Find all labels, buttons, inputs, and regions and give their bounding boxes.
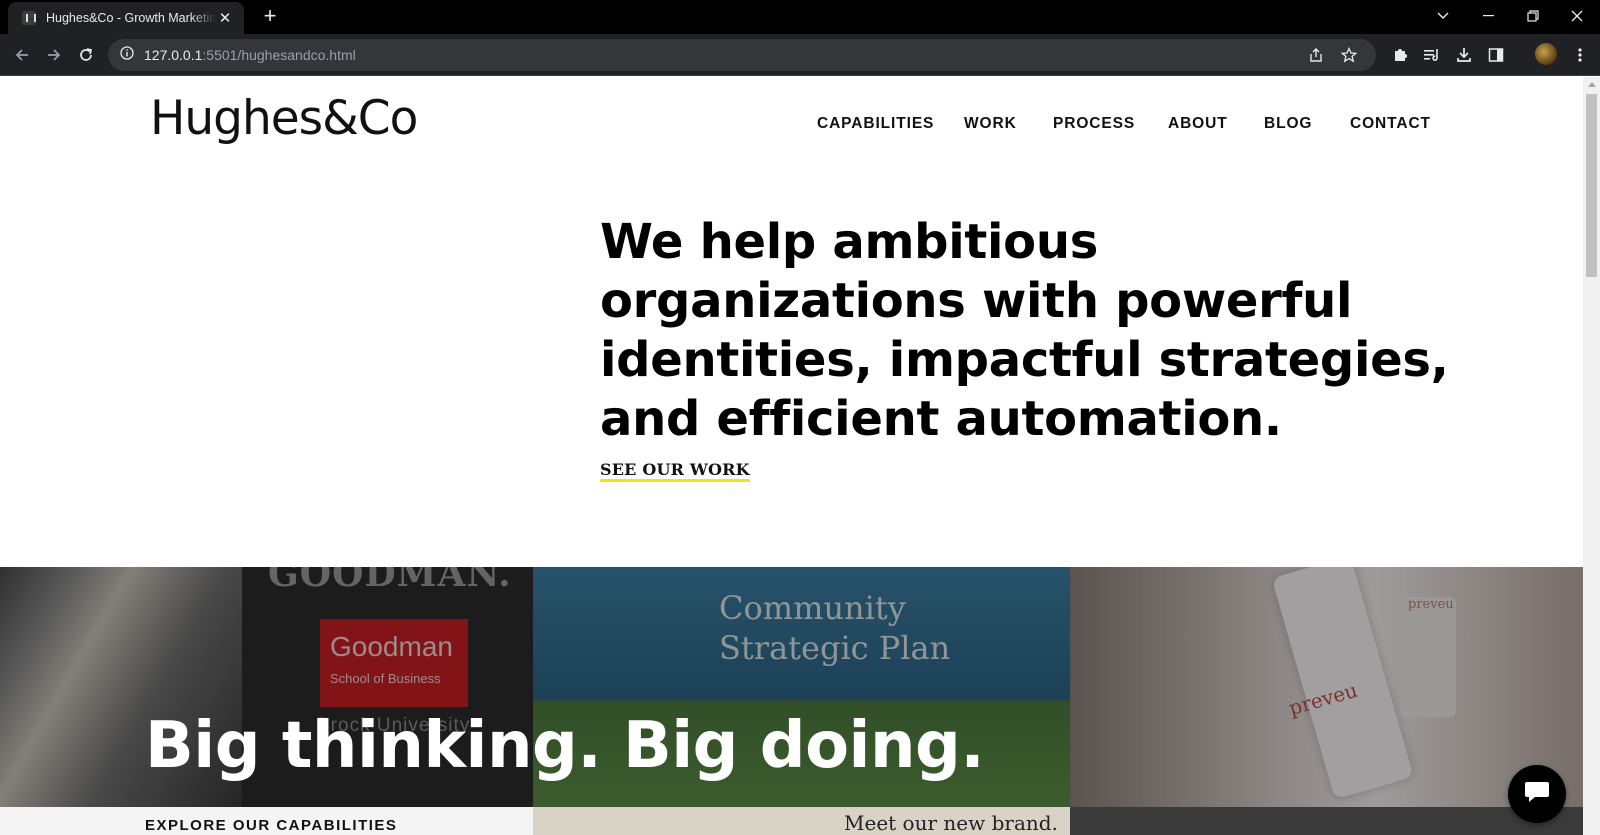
browser-toolbar: 127.0.0.1:5501/hughesandco.html xyxy=(0,34,1600,76)
reload-icon[interactable] xyxy=(72,41,100,69)
site-info-icon[interactable] xyxy=(120,45,134,65)
nav-capabilities[interactable]: CAPABILITIES xyxy=(817,115,934,133)
new-tab-button[interactable]: + xyxy=(256,4,284,30)
scroll-thumb[interactable] xyxy=(1586,94,1597,277)
side-panel-icon[interactable] xyxy=(1482,41,1510,69)
tab-close-icon[interactable]: ✕ xyxy=(216,9,234,27)
hero-line: organizations with powerful xyxy=(600,273,1353,329)
scroll-up-arrow-icon[interactable] xyxy=(1588,82,1596,87)
meet-brand-text: Meet our new brand. xyxy=(844,811,1058,835)
nav-contact[interactable]: CONTACT xyxy=(1350,115,1431,133)
restore-icon[interactable] xyxy=(1510,0,1556,32)
profile-avatar[interactable] xyxy=(1535,43,1557,65)
chat-bubble-icon xyxy=(1524,780,1550,809)
hero-line: and efficient automation. xyxy=(600,391,1282,447)
tab-title: Hughes&Co - Growth Marketing xyxy=(46,11,216,25)
hero-line: identities, impactful strategies, xyxy=(600,332,1449,388)
tab-search-icon[interactable] xyxy=(1420,0,1466,32)
nav-work[interactable]: WORK xyxy=(964,115,1017,133)
site-favicon-icon xyxy=(22,11,36,25)
browser-tab[interactable]: Hughes&Co - Growth Marketing ✕ xyxy=(8,2,244,34)
see-our-work-link[interactable]: SEE OUR WORK xyxy=(600,461,750,482)
preveu-product-photo[interactable]: preveu preveu xyxy=(1070,567,1583,807)
dark-photo xyxy=(1070,807,1583,835)
bookmark-star-icon[interactable] xyxy=(1338,47,1360,63)
site-logo[interactable]: Hughes&Co xyxy=(150,91,418,146)
url-host: 127.0.0.1 xyxy=(144,47,203,63)
forward-arrow-icon[interactable] xyxy=(40,41,68,69)
hero-heading: We help ambitious organizations with pow… xyxy=(600,213,1449,449)
nav-process[interactable]: PROCESS xyxy=(1053,115,1135,133)
browser-tab-bar: Hughes&Co - Growth Marketing ✕ + xyxy=(0,0,1600,34)
big-thinking-headline: Big thinking. Big doing. xyxy=(145,709,985,783)
more-menu-icon[interactable] xyxy=(1566,41,1594,69)
close-window-icon[interactable] xyxy=(1554,0,1600,32)
nav-about[interactable]: ABOUT xyxy=(1168,115,1228,133)
url-path: :5501/hughesandco.html xyxy=(202,47,356,63)
hero-line: We help ambitious xyxy=(600,214,1098,270)
media-queue-icon[interactable] xyxy=(1418,41,1446,69)
chat-widget-button[interactable] xyxy=(1508,765,1566,823)
nav-blog[interactable]: BLOG xyxy=(1264,115,1312,133)
address-bar[interactable]: 127.0.0.1:5501/hughesandco.html xyxy=(108,39,1376,71)
page-scrollbar[interactable] xyxy=(1583,77,1600,835)
page-viewport: Hughes&Co CAPABILITIES WORK PROCESS ABOU… xyxy=(0,77,1583,835)
share-icon[interactable] xyxy=(1306,47,1328,63)
download-icon[interactable] xyxy=(1450,41,1478,69)
explore-capabilities-link[interactable]: EXPLORE OUR CAPABILITIES xyxy=(145,817,397,834)
back-arrow-icon[interactable] xyxy=(8,41,36,69)
extensions-puzzle-icon[interactable] xyxy=(1386,41,1414,69)
work-image-band: GOODMAN. Goodman School of Business Broc… xyxy=(0,567,1583,835)
minimize-icon[interactable] xyxy=(1466,0,1512,32)
